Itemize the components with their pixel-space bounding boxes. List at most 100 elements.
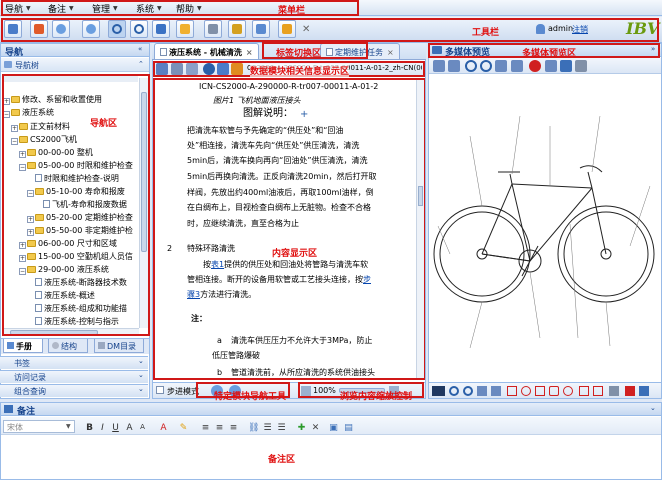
accordion-query[interactable]: 组合查询 xyxy=(0,384,148,397)
notes-title: 备注 xyxy=(17,407,36,417)
tab-switch-annotation: 标签切换区 xyxy=(276,49,322,59)
ellipse-tool-icon[interactable] xyxy=(563,386,573,396)
accordion-label: 书签 xyxy=(14,359,30,368)
book-icon xyxy=(7,342,14,349)
source-button[interactable]: ☰ xyxy=(276,423,287,434)
chevron-down-icon[interactable]: ⌄ xyxy=(138,385,144,393)
nav-tree-title: 导航树 xyxy=(15,61,39,70)
rect-tool-icon[interactable] xyxy=(507,386,517,396)
grid-icon[interactable] xyxy=(432,386,445,396)
zoom-in-icon[interactable] xyxy=(449,386,459,396)
close-icon[interactable]: × xyxy=(246,48,253,57)
font-select[interactable]: 宋体 xyxy=(3,420,75,433)
tree-icon xyxy=(4,61,12,68)
notes-annotation: 备注区 xyxy=(268,455,296,465)
align-right-button[interactable]: ≡ xyxy=(228,423,239,434)
bicycle-illustration xyxy=(433,115,655,349)
nav-area-highlight xyxy=(2,74,150,336)
tab-structure-label: 结构 xyxy=(61,342,77,351)
notes-icon xyxy=(4,405,13,413)
document-icon xyxy=(160,48,167,56)
catalog-icon xyxy=(98,342,105,349)
add-button[interactable]: ✚ xyxy=(296,423,307,434)
circle-tool-icon[interactable] xyxy=(521,386,531,396)
tab-label: 液压系统 - 机械清洗 xyxy=(169,48,242,57)
step-mode-label: 步进模式 xyxy=(167,387,199,396)
tab-dm-catalog[interactable]: DM目录 xyxy=(94,339,144,353)
zoom-out-icon[interactable] xyxy=(480,60,492,72)
toolbar-annotation: 工具栏 xyxy=(472,28,500,38)
print-icon[interactable] xyxy=(575,60,587,72)
zoom-out-icon[interactable] xyxy=(463,386,473,396)
preview-canvas[interactable] xyxy=(430,76,660,380)
preview-toolbar xyxy=(429,58,661,74)
tab-manual[interactable]: 手册 xyxy=(3,339,43,353)
accordion-bookmarks[interactable]: 书签 xyxy=(0,356,148,369)
link-button[interactable]: ⛓ xyxy=(248,423,259,434)
bold-button[interactable]: B xyxy=(84,423,95,434)
tab-manual-label: 手册 xyxy=(16,342,32,351)
nav-panel-title: 导航 xyxy=(5,48,24,58)
nav-tree-header[interactable]: 导航树 xyxy=(1,58,149,72)
step-mode-checkbox[interactable] xyxy=(156,386,164,394)
tab-hydraulic-cleaning[interactable]: 液压系统 - 机械清洗 × xyxy=(154,43,259,59)
content-area-highlight xyxy=(153,78,425,380)
polygon-tool-icon[interactable] xyxy=(549,386,559,396)
collapse-icon[interactable]: « xyxy=(138,45,142,53)
stop-icon[interactable] xyxy=(529,60,541,72)
hand-icon[interactable] xyxy=(545,60,557,72)
accordion-label: 组合查询 xyxy=(14,387,46,396)
nav-area-annotation: 导航区 xyxy=(90,119,118,129)
align-center-button[interactable]: ≡ xyxy=(214,423,225,434)
toolbar-highlight xyxy=(1,18,659,42)
arrow-tool-icon[interactable] xyxy=(593,386,603,396)
export-note-button[interactable]: ▤ xyxy=(343,423,354,434)
list-button[interactable]: ☰ xyxy=(262,423,273,434)
underline-button[interactable]: U xyxy=(110,423,121,434)
notes-textarea[interactable] xyxy=(1,436,661,479)
font-color-button[interactable]: A xyxy=(158,423,169,434)
font-value: 宋体 xyxy=(7,423,23,432)
structure-icon xyxy=(52,342,59,349)
select-icon[interactable] xyxy=(491,386,501,396)
save-icon[interactable] xyxy=(560,60,572,72)
tab-dm-catalog-label: DM目录 xyxy=(107,342,137,351)
italic-button[interactable]: I xyxy=(97,423,108,434)
chevron-down-icon[interactable]: ⌄ xyxy=(138,357,144,365)
align-left-button[interactable]: ≡ xyxy=(200,423,211,434)
rotate-icon[interactable] xyxy=(495,60,507,72)
font-shrink-button[interactable]: A xyxy=(137,423,148,434)
accordion-history[interactable]: 访问记录 xyxy=(0,370,148,383)
move-icon[interactable] xyxy=(448,60,460,72)
save-markup-icon[interactable] xyxy=(639,386,649,396)
preview-tools xyxy=(429,382,661,398)
accordion-label: 访问记录 xyxy=(14,373,46,382)
collapse-down-icon[interactable]: ⌄ xyxy=(650,404,656,412)
text-tool-icon[interactable] xyxy=(579,386,589,396)
menubar-annotation: 菜单栏 xyxy=(278,6,306,16)
chevron-up-icon[interactable]: ⌃ xyxy=(138,60,144,68)
notes-header: 备注 xyxy=(0,402,662,417)
delete-icon[interactable] xyxy=(625,386,635,396)
close-icon[interactable]: × xyxy=(387,48,394,57)
font-grow-button[interactable]: A xyxy=(124,423,135,434)
delete-button[interactable]: ✕ xyxy=(310,423,321,434)
nav-panel-header: 导航 xyxy=(0,43,150,58)
chevron-down-icon[interactable]: ⌄ xyxy=(138,371,144,379)
highlight-button[interactable]: ✎ xyxy=(178,423,189,434)
content-scrollbar[interactable] xyxy=(416,80,424,378)
line-tool-icon[interactable] xyxy=(535,386,545,396)
zoom-control-annotation: 浏览内容缩放控制 xyxy=(340,392,413,402)
tab-structure[interactable]: 结构 xyxy=(48,339,88,353)
erase-icon[interactable] xyxy=(609,386,619,396)
info-area-annotation: 数据模块相关信息显示区 xyxy=(250,64,350,77)
reset-icon[interactable] xyxy=(511,60,523,72)
fit-icon[interactable] xyxy=(433,60,445,72)
chevron-down-icon: ▼ xyxy=(66,423,71,430)
nav-tools-annotation: 特定模块导航工具 xyxy=(214,392,287,402)
pan-icon[interactable] xyxy=(477,386,487,396)
zoom-in-icon[interactable] xyxy=(465,60,477,72)
menubar-highlight xyxy=(1,0,359,16)
save-note-button[interactable]: ▣ xyxy=(328,423,339,434)
scroll-thumb[interactable] xyxy=(418,186,423,206)
